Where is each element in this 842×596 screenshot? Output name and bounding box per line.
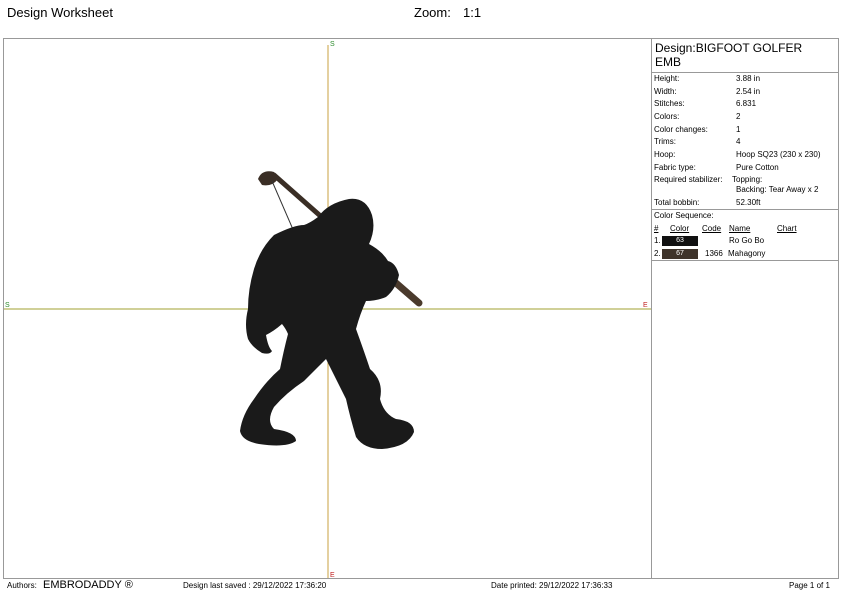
prop-width-value: 2.54 in bbox=[736, 87, 761, 96]
seq-2-code: 1366 bbox=[705, 249, 723, 258]
prop-hoop-label: Hoop: bbox=[654, 150, 676, 159]
design-canvas: S E S E bbox=[3, 38, 652, 579]
design-info-panel: Design:BIGFOOT GOLFER EMB Height: 3.88 i… bbox=[652, 38, 839, 579]
prop-stitches-value: 6.831 bbox=[736, 99, 757, 108]
prop-backing-value: Backing: Tear Away x 2 bbox=[736, 185, 819, 194]
col-chart-header: Chart bbox=[777, 224, 797, 233]
prop-color-changes-value: 1 bbox=[736, 125, 741, 134]
prop-bobbin-value: 52.30ft bbox=[736, 198, 761, 207]
prop-bobbin-label: Total bobbin: bbox=[654, 198, 700, 207]
zoom-value: 1:1 bbox=[463, 5, 482, 20]
col-color-header: Color bbox=[670, 224, 690, 233]
prop-colors-value: 2 bbox=[736, 112, 741, 121]
seq-1-name: Ro Go Bo bbox=[729, 236, 765, 245]
zoom-label: Zoom: bbox=[414, 5, 451, 20]
seq-2-num: 2. bbox=[654, 249, 661, 258]
horizontal-axis-start-label: S bbox=[5, 302, 10, 309]
worksheet-title: Design Worksheet bbox=[7, 5, 113, 20]
prop-color-changes-label: Color changes: bbox=[654, 125, 708, 134]
color-sequence-title: Color Sequence: bbox=[654, 211, 714, 220]
bigfoot-golfer-design: S E S E bbox=[4, 41, 651, 578]
prop-height-value: 3.88 in bbox=[736, 74, 761, 83]
seq-1-swatch: 63 bbox=[662, 236, 698, 246]
authors-label: Authors: bbox=[7, 581, 37, 590]
prop-fabric-label: Fabric type: bbox=[654, 163, 696, 172]
divider bbox=[652, 260, 838, 261]
authors-value: EMBRODADDY ® bbox=[43, 579, 133, 591]
col-name-header: Name bbox=[729, 224, 751, 233]
seq-2-swatch: 67 bbox=[662, 249, 698, 259]
vertical-axis-start-label: S bbox=[330, 41, 335, 48]
seq-1-num: 1. bbox=[654, 236, 661, 245]
col-num-header: # bbox=[654, 224, 659, 233]
prop-hoop-value: Hoop SQ23 (230 x 230) bbox=[736, 150, 821, 159]
prop-stabilizer-value: Topping: bbox=[732, 175, 763, 184]
vertical-axis-end-label: E bbox=[330, 572, 335, 578]
bigfoot-silhouette bbox=[240, 198, 414, 449]
design-name: Design:BIGFOOT GOLFER EMB bbox=[655, 41, 803, 69]
divider bbox=[652, 209, 838, 210]
prop-stitches-label: Stitches: bbox=[654, 99, 685, 108]
prop-width-label: Width: bbox=[654, 87, 677, 96]
prop-trims-label: Trims: bbox=[654, 137, 676, 146]
prop-colors-label: Colors: bbox=[654, 112, 680, 121]
page-number: Page 1 of 1 bbox=[789, 581, 830, 590]
divider bbox=[652, 72, 838, 73]
seq-2-name: Mahagony bbox=[728, 249, 766, 258]
prop-fabric-value: Pure Cotton bbox=[736, 163, 779, 172]
prop-stabilizer-label: Required stabilizer: bbox=[654, 175, 723, 184]
date-printed: Date printed: 29/12/2022 17:36:33 bbox=[491, 581, 613, 590]
col-code-header: Code bbox=[702, 224, 722, 233]
horizontal-axis-end-label: E bbox=[643, 302, 648, 309]
last-saved: Design last saved : 29/12/2022 17:36:20 bbox=[183, 581, 327, 590]
prop-height-label: Height: bbox=[654, 74, 680, 83]
prop-trims-value: 4 bbox=[736, 137, 741, 146]
